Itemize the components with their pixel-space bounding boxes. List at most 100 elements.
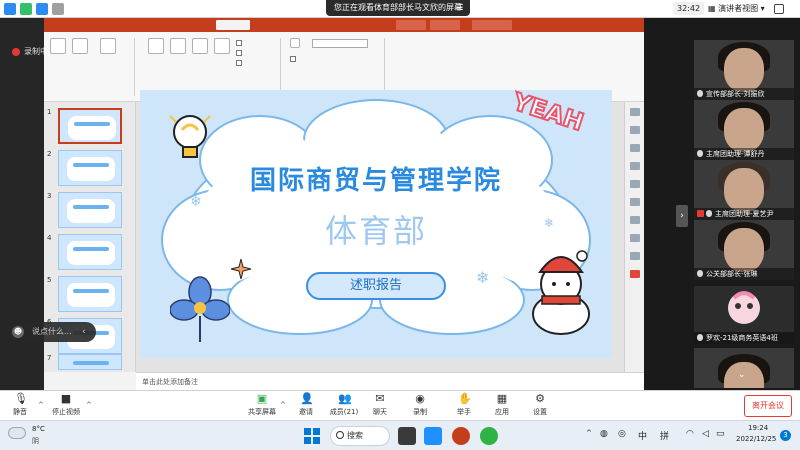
participant-tile[interactable]: 主席团助理-谭舒丹 [694,100,794,160]
notification-badge[interactable]: 3 [780,430,791,441]
task-view-icon[interactable] [398,427,416,445]
chart-icon[interactable] [630,216,640,224]
signal-icon[interactable] [36,3,48,15]
clock-time[interactable]: 19:24 [748,424,768,432]
record-show-icon[interactable] [214,38,230,54]
slide-thumbnail-4[interactable] [58,234,122,270]
tell-me-search[interactable] [472,20,512,30]
format-icon[interactable] [630,126,640,134]
mute-button[interactable]: 🎙 静音 [2,393,38,419]
from-current-icon[interactable] [72,38,88,54]
ribbon-tab[interactable] [102,20,124,30]
ribbon-tab[interactable] [396,20,426,30]
video-options-caret[interactable]: ^ [86,401,92,409]
setup-show-icon[interactable] [148,38,164,54]
notes-pane[interactable]: 单击此处添加备注 [136,372,644,390]
info-icon[interactable] [4,3,16,15]
ribbon-tabs [44,18,644,32]
chat-button[interactable]: ✉ 聊天 [362,393,398,419]
table-icon[interactable] [630,198,640,206]
clock-date[interactable]: 2022/12/25 [736,435,776,443]
share-screen-button[interactable]: ▣ 共享屏幕 [244,393,280,419]
weather-description[interactable]: 阴 [32,436,39,446]
members-button[interactable]: 👥 成员(21) [326,393,362,419]
show-controls-checkbox[interactable] [236,60,242,66]
settings-icon[interactable] [630,252,640,260]
speaker-icon[interactable]: ◁ [702,429,709,439]
slide[interactable]: YEAH ❄ ❄ ❄ 国际商贸与管理学院 体育部 述职报告 [140,86,612,358]
wechat-icon[interactable] [480,427,498,445]
ribbon-tab[interactable] [154,20,176,30]
apps-button[interactable]: ▦ 应用 [484,393,520,419]
ribbon-tab[interactable] [336,20,366,30]
thumb-title-bar [73,289,109,293]
recorder-icon[interactable] [630,270,640,278]
grid-icon[interactable] [52,3,64,15]
battery-icon[interactable]: ▭ [716,429,725,439]
from-beginning-icon[interactable] [50,38,66,54]
participant-tile[interactable]: 公关部部长-张琳 [694,220,794,280]
comment-icon[interactable] [630,234,640,242]
tencent-meeting-icon[interactable] [424,427,442,445]
ribbon-tab[interactable] [284,20,306,30]
ribbon-tab[interactable] [180,20,202,30]
ribbon-tab-slideshow[interactable] [216,20,250,30]
windows-start-icon[interactable] [304,428,320,444]
settings-button[interactable]: ⚙ 设置 [522,393,558,419]
wifi-icon[interactable]: ◠ [686,429,694,439]
tray-expand-icon[interactable]: ^ [586,429,592,437]
ribbon-tab[interactable] [430,20,460,30]
leave-meeting-button[interactable]: 离开会议 [744,395,792,417]
mute-options-caret[interactable]: ^ [38,401,44,409]
custom-show-icon[interactable] [100,38,116,54]
chevron-left-icon[interactable]: ‹ [82,322,86,342]
participant-tile[interactable]: ⌄ [694,348,794,388]
raise-hand-button[interactable]: ✋ 举手 [446,393,482,419]
ribbon-tab[interactable] [76,20,98,30]
participant-tile[interactable]: 主席团助理-夏艺尹 [694,160,794,220]
picture-icon[interactable] [630,180,640,188]
animation-icon[interactable] [630,162,640,170]
record-button[interactable]: ◉ 录制 [402,393,438,419]
presenter-view-checkbox[interactable] [290,56,296,62]
monitor-select[interactable] [312,39,368,48]
fullscreen-icon[interactable] [774,4,784,14]
use-timings-checkbox[interactable] [236,50,242,56]
participant-video [724,168,764,212]
ribbon-tab[interactable] [310,20,332,30]
slide-thumbnail-2[interactable] [58,150,122,186]
input-language[interactable]: 中 [638,429,647,442]
weather-temperature[interactable]: 8°C [32,425,45,433]
input-method[interactable]: 拼 [660,429,669,442]
hide-slide-icon[interactable] [170,38,186,54]
invite-button[interactable]: 👤 邀请 [288,393,324,419]
shield-icon[interactable] [20,3,32,15]
menu-icon[interactable]: ☰ [455,3,465,13]
ribbon-tab[interactable] [128,20,150,30]
gear-icon: ⚙ [535,392,545,405]
share-options-caret[interactable]: ^ [280,401,286,409]
design-ideas-icon[interactable] [630,108,640,116]
tray-app-icon[interactable]: ◍ [600,429,608,439]
powerpoint-icon[interactable] [452,427,470,445]
participant-tile[interactable]: 罗欢-21级商务英语4班 [694,286,794,344]
slide-thumbnail-3[interactable] [58,192,122,228]
slide-thumbnail-7[interactable] [58,354,122,370]
rehearse-icon[interactable] [192,38,208,54]
cloud-icon[interactable] [8,427,26,439]
collapse-panel-button[interactable]: › [676,205,688,227]
chevron-down-icon[interactable]: ⌄ [738,370,746,380]
monitor-icon[interactable] [290,38,300,48]
view-switch-button[interactable]: ▦ 演讲者视图 ▾ [708,2,765,15]
ribbon-tab[interactable] [258,20,280,30]
video-button[interactable]: ■ 停止视频 [48,393,84,419]
chat-input-toast[interactable]: ☻ 说点什么... ‹ [8,322,96,342]
slide-thumbnail-1[interactable] [58,108,122,144]
ribbon-tab[interactable] [50,20,72,30]
participant-name: 公关部部长-张琳 [694,268,794,280]
slide-thumbnail-5[interactable] [58,276,122,312]
play-narration-checkbox[interactable] [236,40,242,46]
shape-icon[interactable] [630,144,640,152]
participant-tile[interactable]: 宣传部部长-刘振欣 [694,40,794,100]
tray-app-icon[interactable]: ◎ [618,429,626,439]
